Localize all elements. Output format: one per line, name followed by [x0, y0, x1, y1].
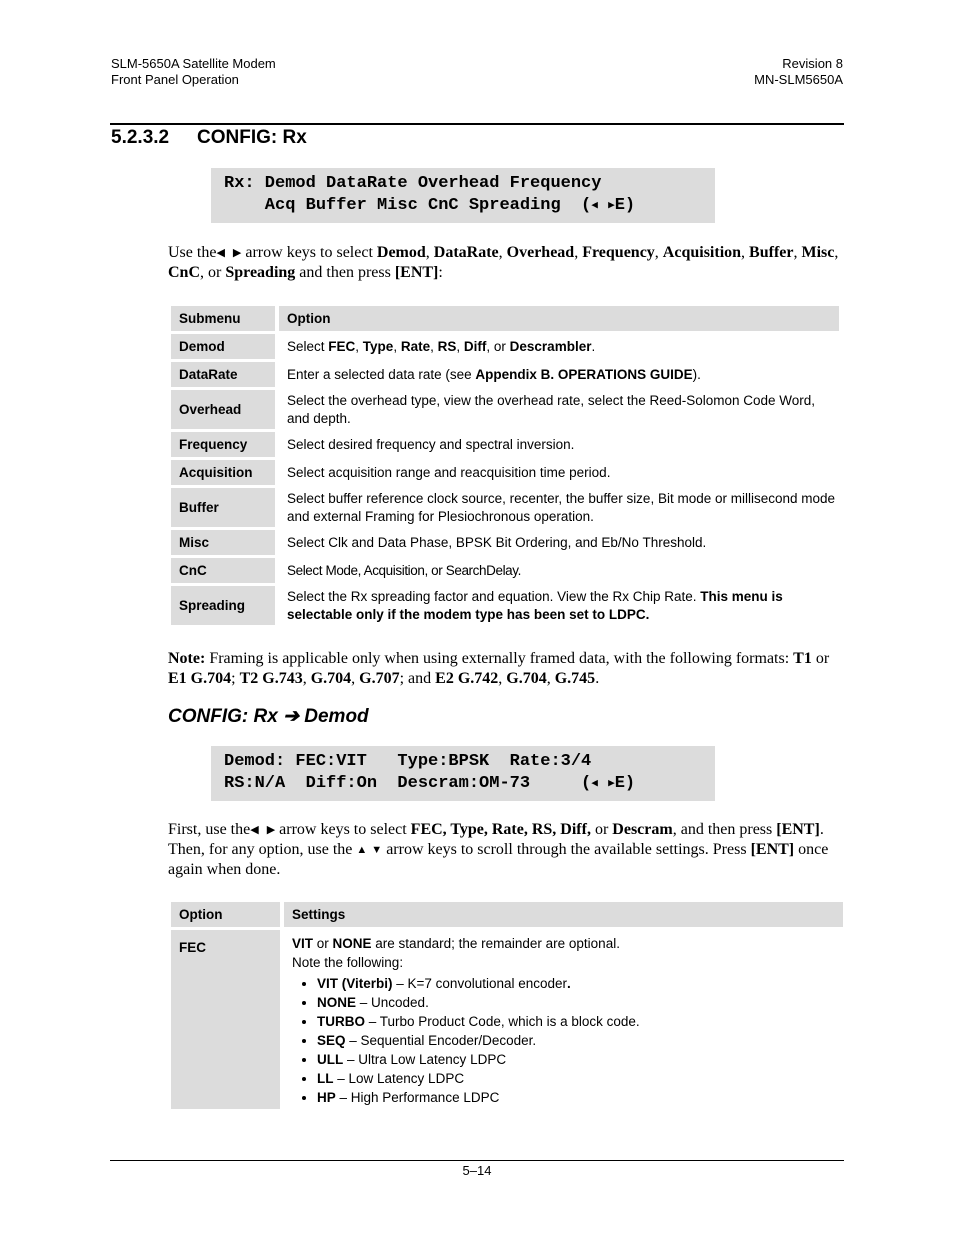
section-title: CONFIG: Rx [197, 127, 307, 148]
submenu-table: Submenu Option Demod Select FEC, Type, Ra… [171, 303, 839, 628]
submenu-cell: Acquisition [171, 460, 275, 485]
table-row: Misc Select Clk and Data Phase, BPSK Bit … [171, 530, 839, 555]
table-row: Buffer Select buffer reference clock sour… [171, 488, 839, 527]
down-arrow-icon: ▼ [371, 844, 383, 856]
list-item: TURBO – Turbo Product Code, which is a b… [317, 1012, 843, 1031]
up-arrow-icon: ▲ [356, 844, 368, 856]
lcd-line-1: Rx: Demod DataRate Overhead Frequency [224, 174, 602, 193]
header-option: Option [171, 902, 280, 927]
running-header-left: SLM-5650A Satellite Modem Front Panel Op… [111, 56, 276, 88]
footer-rule [110, 1160, 844, 1161]
right-arrow-icon: ▶ [266, 824, 276, 836]
section-heading: 5.2.3.2 CONFIG: Rx [111, 127, 307, 149]
chapter-title: Front Panel Operation [111, 72, 239, 87]
table-row: Spreading Select the Rx spreading factor … [171, 586, 839, 625]
table-row: FEC VIT or NONE are standard; the remain… [171, 930, 843, 1109]
header-submenu: Submenu [171, 306, 275, 331]
left-arrow-icon: ◀ [216, 247, 225, 259]
option-cell: Select buffer reference clock source, re… [287, 490, 836, 524]
settings-cell: VIT or NONE are standard; the remainder … [284, 930, 843, 1109]
header-option: Option [279, 306, 839, 331]
lcd-line-1: Demod: FEC:VIT Type:BPSK Rate:3/4 [224, 752, 592, 771]
table-row: Demod Select FEC, Type, Rate, RS, Diff, o… [171, 334, 839, 359]
running-header-right: Revision 8 MN-SLM5650A [754, 56, 843, 88]
settings-table: Option Settings FEC VIT or NONE are stan… [171, 899, 843, 1112]
option-cell: Select desired frequency and spectral in… [287, 436, 575, 452]
list-item: SEQ – Sequential Encoder/Decoder. [317, 1031, 843, 1050]
submenu-cell: Overhead [171, 390, 275, 429]
section-number: 5.2.3.2 [111, 127, 170, 148]
option-cell: Select acquisition range and reacquisiti… [287, 464, 611, 480]
option-cell: Select Clk and Data Phase, BPSK Bit Orde… [287, 534, 707, 550]
left-arrow-icon: ◀ [591, 778, 598, 790]
revision-label: Revision 8 [782, 56, 843, 71]
settings-bullet-list: VIT (Viterbi) – K=7 convolutional encode… [292, 974, 843, 1107]
page-number: 5–14 [462, 1163, 492, 1178]
manual-number: MN-SLM5650A [754, 72, 843, 87]
list-item: VIT (Viterbi) – K=7 convolutional encode… [317, 974, 843, 993]
table-row: Acquisition Select acquisition range and … [171, 460, 839, 485]
option-cell: Select the Rx spreading factor and equat… [287, 588, 783, 622]
option-cell: FEC [171, 930, 280, 1109]
submenu-cell: Misc [171, 530, 275, 555]
left-arrow-icon: ◀ [591, 200, 598, 212]
right-arrow-icon: ▶ [608, 778, 615, 790]
option-cell: Enter a selected data rate (see Appendix… [287, 366, 701, 382]
lcd-line-2: Acq Buffer Misc CnC Spreading (◀ ▶E) [224, 196, 636, 215]
header-rule [110, 123, 844, 125]
left-arrow-icon: ◀ [250, 824, 259, 836]
option-cell: Select the overhead type, view the overh… [287, 392, 816, 426]
lcd-display-rx: Rx: Demod DataRate Overhead Frequency Ac… [211, 168, 715, 223]
table-row: Overhead Select the overhead type, view t… [171, 390, 839, 429]
submenu-cell: Frequency [171, 432, 275, 457]
submenu-cell: Buffer [171, 488, 275, 527]
settings-note: Note the following: [292, 955, 404, 970]
document-title: SLM-5650A Satellite Modem [111, 56, 276, 71]
list-item: HP – High Performance LDPC [317, 1088, 843, 1107]
table-row: DataRate Enter a selected data rate (see … [171, 362, 839, 387]
demod-intro-paragraph: First, use the◀ ▶ arrow keys to select F… [168, 821, 829, 878]
list-item: ULL – Ultra Low Latency LDPC [317, 1050, 843, 1069]
option-cell: Select FEC, Type, Rate, RS, Diff, or Des… [287, 338, 596, 354]
submenu-cell: Demod [171, 334, 275, 359]
table-header-row: Submenu Option [171, 306, 839, 331]
table-row: Frequency Select desired frequency and sp… [171, 432, 839, 457]
list-item: NONE – Uncoded. [317, 993, 843, 1012]
lcd-display-demod: Demod: FEC:VIT Type:BPSK Rate:3/4 RS:N/A … [211, 746, 715, 801]
option-cell: Select Mode, Acquisition, or SearchDelay… [287, 562, 521, 578]
table-header-row: Option Settings [171, 902, 843, 927]
table-row: CnC Select Mode, Acquisition, or SearchDe… [171, 558, 839, 583]
right-arrow-icon: ▶ [608, 200, 615, 212]
submenu-cell: DataRate [171, 362, 275, 387]
lcd-line-2: RS:N/A Diff:On Descram:OM-73 (◀ ▶E) [224, 774, 636, 793]
note-label: Note: [168, 650, 206, 667]
right-arrow-icon: ➔ [283, 706, 299, 727]
subsection-heading: CONFIG: Rx ➔ Demod [168, 706, 369, 727]
intro-paragraph: Use the◀ ▶ arrow keys to select Demod, D… [168, 244, 839, 281]
header-settings: Settings [284, 902, 843, 927]
list-item: LL – Low Latency LDPC [317, 1069, 843, 1088]
note-paragraph: Note: Framing is applicable only when us… [168, 650, 830, 687]
submenu-cell: CnC [171, 558, 275, 583]
settings-line: VIT or NONE are standard; the remainder … [292, 936, 620, 951]
submenu-cell: Spreading [171, 586, 275, 625]
